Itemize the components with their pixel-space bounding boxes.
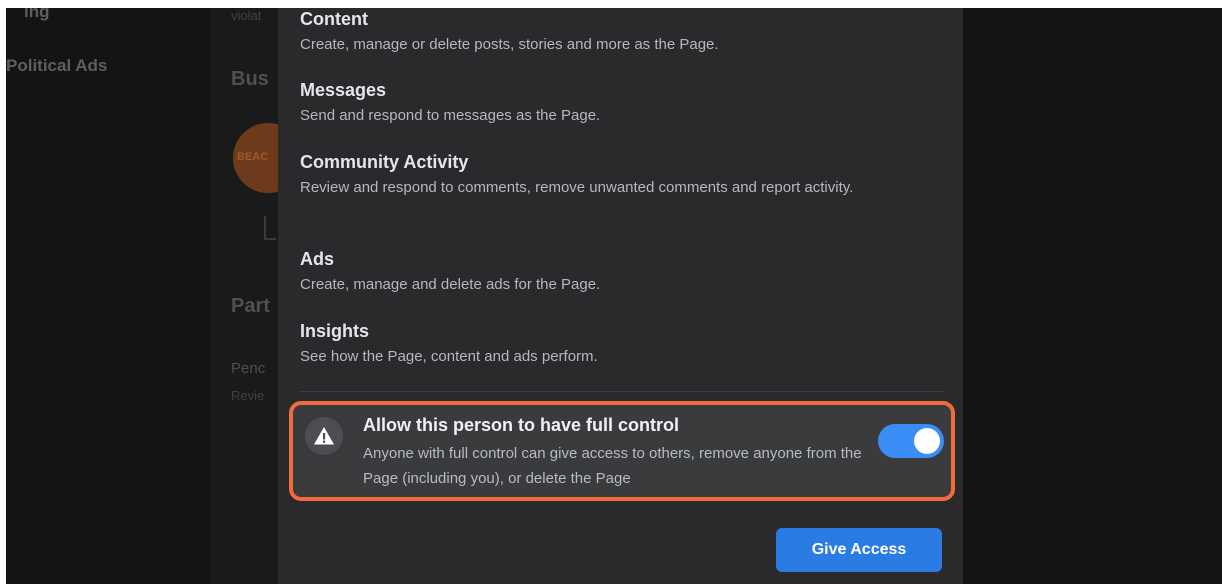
toggle-knob [914, 428, 940, 454]
full-control-toggle[interactable] [878, 424, 944, 458]
divider [300, 391, 943, 392]
background-pending-text: Penc [231, 360, 266, 377]
permission-title: Messages [300, 80, 387, 100]
permission-description: Review and respond to comments, remove u… [300, 179, 854, 196]
permission-title: Content [300, 9, 368, 29]
give-access-button[interactable]: Give Access [776, 528, 942, 572]
permission-title: Insights [300, 321, 370, 341]
permission-description: See how the Page, content and ads perfor… [300, 348, 598, 365]
full-control-description: Anyone with full control can give access… [363, 445, 862, 487]
warning-icon [305, 417, 343, 455]
permission-description: Send and respond to messages as the Page… [300, 107, 601, 124]
full-control-title: Allow this person to have full control [363, 415, 680, 435]
sidebar-item-political-ads: Political Ads [6, 56, 108, 75]
sidebar-item: ing [24, 8, 50, 21]
avatar-text: BEAC [237, 151, 269, 163]
permission-ads: Ads Create, manage and delete ads for th… [300, 248, 950, 296]
permission-content: Content Create, manage or delete posts, … [300, 8, 950, 56]
background-partner-heading: Part [231, 295, 270, 317]
access-dialog: Content Create, manage or delete posts, … [278, 8, 963, 584]
background-business-heading: Bus [231, 68, 269, 90]
permission-insights: Insights See how the Page, content and a… [300, 320, 950, 368]
background-divider [264, 216, 276, 240]
permission-description: Create, manage and delete ads for the Pa… [300, 276, 601, 293]
permission-description: Create, manage or delete posts, stories … [300, 36, 719, 53]
background-violation-text: violat [231, 8, 262, 23]
background-review-text: Revie [231, 388, 265, 403]
background-sidebar: ing Political Ads [6, 8, 211, 584]
permission-community-activity: Community Activity Review and respond to… [300, 151, 950, 199]
full-control-option: Allow this person to have full control A… [289, 401, 955, 501]
permission-messages: Messages Send and respond to messages as… [300, 79, 950, 127]
permission-title: Ads [300, 249, 335, 269]
permission-title: Community Activity [300, 152, 469, 172]
background-right [963, 8, 1222, 584]
screen: ing Political Ads violat Bus BEAC Part P… [6, 8, 1222, 584]
